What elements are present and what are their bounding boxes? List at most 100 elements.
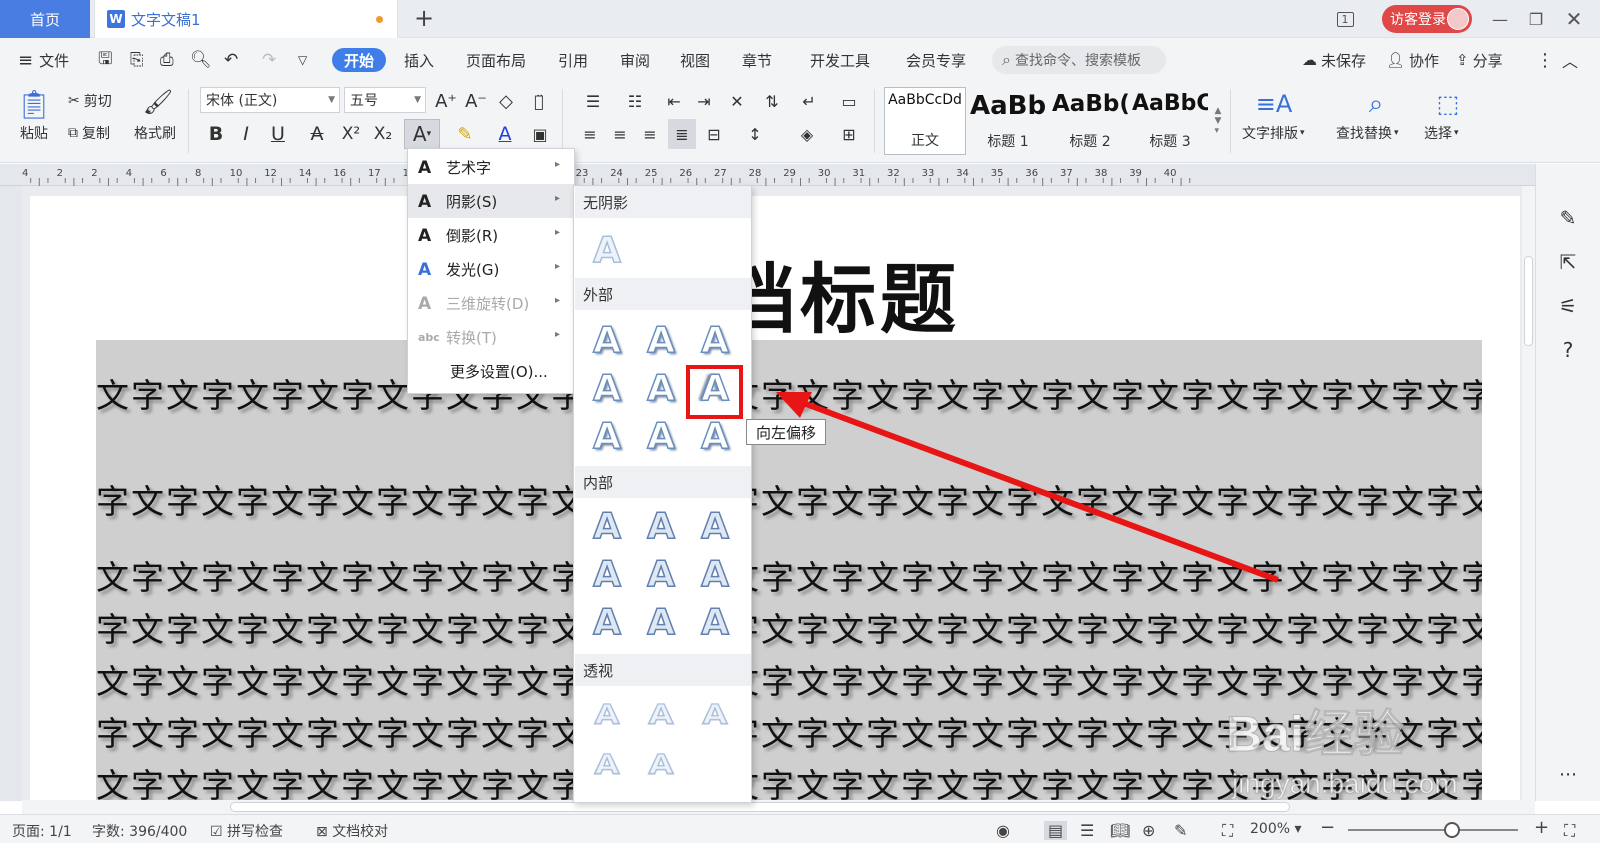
tab-references[interactable]: 引用: [558, 48, 588, 72]
shadow-outer-option[interactable]: A: [638, 318, 684, 362]
zoom-slider-handle[interactable]: [1444, 822, 1460, 838]
shadow-none-option[interactable]: A: [584, 228, 630, 272]
help-icon[interactable]: ?: [1554, 336, 1582, 364]
shadow-inner-option[interactable]: A: [692, 552, 738, 596]
menu-item-shadow[interactable]: A 阴影(S) ▸: [408, 184, 574, 218]
char-border-icon[interactable]: ▣: [528, 121, 552, 147]
shadow-inner-option[interactable]: A: [692, 600, 738, 644]
tab-developer[interactable]: 开发工具: [810, 48, 870, 72]
text-effects-button[interactable]: A ▾: [404, 119, 440, 149]
shadow-inner-option[interactable]: A: [584, 504, 630, 548]
text-line[interactable]: 字文字文字文字文字文字文字文字文字文字文字文字文字文字文字文字文字文字文字文字文…: [96, 603, 1482, 651]
tab-home[interactable]: 首页: [0, 0, 90, 38]
text-line[interactable]: 字文字文字文字文字文字文字文字文字文字文字文字文字文字文字文字文字文字文字文字文…: [96, 475, 1482, 523]
tab-member[interactable]: 会员专享: [906, 48, 966, 72]
shadow-outer-option[interactable]: A: [638, 366, 684, 410]
shadow-perspective-option[interactable]: A: [580, 697, 634, 738]
increase-indent-icon[interactable]: ⇥: [692, 89, 716, 113]
text-layout-icon[interactable]: ≡A: [1254, 87, 1294, 121]
format-painter-icon[interactable]: 🖌︎: [138, 85, 178, 119]
command-search[interactable]: ⌕ 查找命令、搜索模板: [992, 46, 1166, 74]
hscroll-thumb[interactable]: [230, 802, 1290, 812]
select-icon[interactable]: ⬚: [1428, 87, 1468, 121]
table-icon[interactable]: ▭: [834, 89, 864, 113]
page-view-icon[interactable]: ▤: [1044, 821, 1068, 840]
chinese-layout-icon[interactable]: ✕: [722, 89, 752, 113]
more-options-icon[interactable]: ⋮: [1536, 48, 1554, 72]
tab-insert[interactable]: 插入: [404, 48, 434, 72]
shadow-inner-option[interactable]: A: [638, 552, 684, 596]
italic-icon[interactable]: I: [234, 121, 258, 147]
borders-icon[interactable]: ⊞: [834, 121, 864, 147]
collab-button[interactable]: 👤︎ 协作: [1386, 48, 1439, 72]
menu-item-3d-rotation[interactable]: A 三维旋转(D) ▸: [408, 286, 574, 320]
shadow-inner-option[interactable]: A: [584, 600, 630, 644]
shadow-perspective-option[interactable]: A: [688, 697, 742, 738]
word-count[interactable]: 字数: 396/400: [92, 821, 187, 841]
menu-item-more-settings[interactable]: 更多设置(O)...: [408, 354, 574, 388]
shadow-outer-option[interactable]: A: [692, 414, 738, 458]
shadow-perspective-option[interactable]: A: [634, 747, 688, 788]
paste-icon[interactable]: 📋︎: [12, 87, 56, 121]
align-right-icon[interactable]: ≡: [638, 121, 662, 147]
decrease-indent-icon[interactable]: ⇤: [662, 89, 686, 113]
line-spacing-icon[interactable]: ↕: [740, 121, 770, 147]
text-line[interactable]: 文字文字文字文字文字文字文字文字文字文字文字文字文字文字文字文字文字文字文字文字…: [96, 369, 1482, 417]
print-icon[interactable]: ⎙: [160, 48, 174, 72]
font-family-select[interactable]: 宋体 (正文) ▼: [200, 87, 340, 113]
font-color-icon[interactable]: A: [490, 121, 520, 147]
customize-dropdown-icon[interactable]: ▽: [298, 48, 307, 72]
superscript-icon[interactable]: X²: [338, 121, 364, 147]
vertical-ruler[interactable]: [0, 186, 22, 801]
strikethrough-icon[interactable]: A: [302, 121, 332, 147]
shadow-perspective-option[interactable]: A: [580, 747, 634, 788]
new-tab-button[interactable]: +: [414, 4, 434, 32]
shadow-outer-option[interactable]: A: [584, 414, 630, 458]
shading-icon[interactable]: ◈: [792, 121, 822, 147]
tab-start[interactable]: 开始: [332, 48, 387, 72]
web-view-icon[interactable]: ⊕: [1142, 821, 1155, 840]
spell-check-button[interactable]: ☑ 拼写检查: [210, 821, 283, 841]
tab-page-layout[interactable]: 页面布局: [466, 48, 526, 72]
menu-item-reflection[interactable]: A 倒影(R) ▸: [408, 218, 574, 252]
pen-icon[interactable]: ✎: [1554, 204, 1582, 232]
collapse-ribbon-icon[interactable]: ︿: [1562, 48, 1578, 72]
numbered-list-icon[interactable]: ☷: [620, 89, 650, 113]
page-counter-icon[interactable]: 1: [1330, 0, 1360, 38]
restore-icon[interactable]: ❐: [1520, 0, 1552, 38]
close-icon[interactable]: ✕: [1556, 0, 1592, 38]
redo-icon[interactable]: ↷: [262, 48, 276, 72]
shadow-perspective-option[interactable]: A: [634, 697, 688, 738]
styles-scroll[interactable]: ▲ ▼ ▾: [1212, 87, 1224, 155]
minimize-icon[interactable]: —: [1484, 0, 1516, 38]
more-icon[interactable]: ⋯: [1554, 760, 1582, 788]
outline-view-icon[interactable]: ☰: [1080, 821, 1094, 840]
style-heading-3[interactable]: AaBbC 标题 3: [1130, 87, 1210, 155]
style-heading-2[interactable]: AaBb( 标题 2: [1050, 87, 1130, 155]
highlight-icon[interactable]: ✎: [450, 121, 480, 147]
save-icon[interactable]: 🖫: [98, 48, 112, 72]
menu-item-glow[interactable]: A 发光(G) ▸: [408, 252, 574, 286]
subscript-icon[interactable]: X₂: [370, 121, 396, 147]
menu-item-wordart[interactable]: A 艺术字 ▸: [408, 150, 574, 184]
font-size-select[interactable]: 五号 ▼: [344, 87, 426, 113]
find-replace-button[interactable]: 查找替换 ▾: [1336, 123, 1399, 143]
align-left-icon[interactable]: ≡: [578, 121, 602, 147]
undo-icon[interactable]: ↶: [224, 48, 238, 72]
login-button[interactable]: 访客登录: [1382, 5, 1472, 33]
page-indicator[interactable]: 页面: 1/1: [12, 821, 72, 841]
bullet-list-icon[interactable]: ☰: [578, 89, 608, 113]
clear-format-icon[interactable]: ◇: [494, 89, 518, 113]
text-layout-button[interactable]: 文字排版 ▾: [1242, 123, 1305, 143]
phonetic-icon[interactable]: 文̈: [524, 89, 554, 113]
horizontal-scrollbar[interactable]: [22, 800, 1535, 814]
horizontal-ruler[interactable]: 4224681012141617181920212223242526272829…: [0, 164, 1535, 186]
shadow-inner-option[interactable]: A: [638, 600, 684, 644]
shadow-outer-option[interactable]: A: [692, 318, 738, 362]
zoom-in-icon[interactable]: +: [1534, 817, 1549, 838]
menu-item-transform[interactable]: abc 转换(T) ▸: [408, 320, 574, 354]
tab-review[interactable]: 审阅: [620, 48, 650, 72]
text-line[interactable]: 文字文字文字文字文字文字文字文字文字文字文字文字文字文字文字文字文字文字文字文字…: [96, 551, 1482, 599]
file-menu[interactable]: ≡ 文件: [18, 48, 69, 72]
tab-document[interactable]: W 文字文稿1: [94, 0, 398, 38]
